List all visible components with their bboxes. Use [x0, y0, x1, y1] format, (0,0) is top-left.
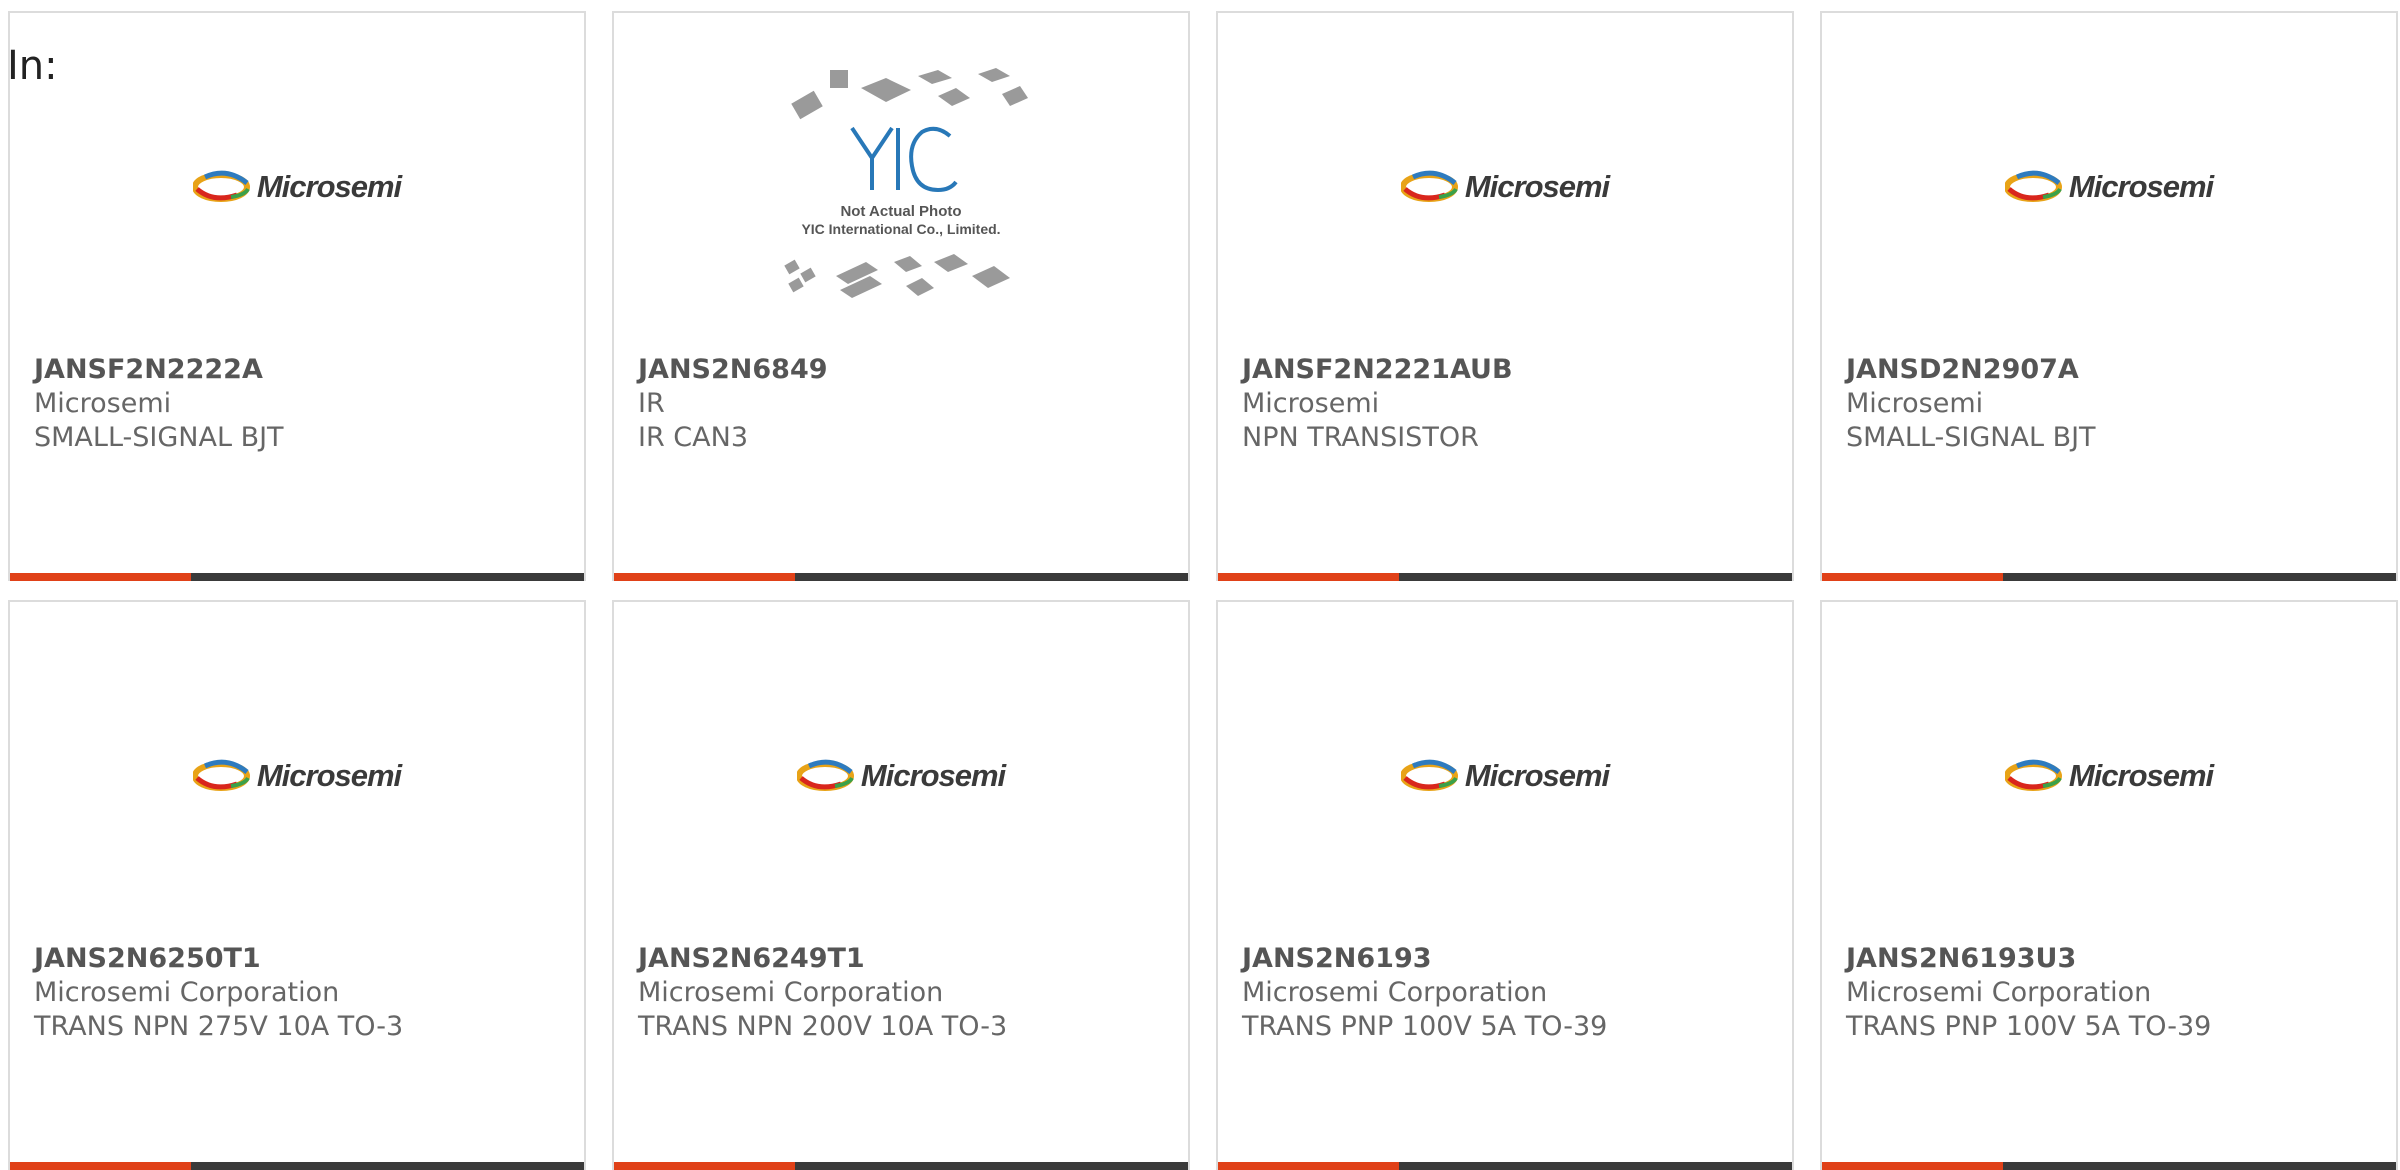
product-info: JANS2N6249T1 Microsemi Corporation TRANS… [638, 942, 1172, 1044]
accent-bar [10, 573, 191, 581]
placeholder-line1: Not Actual Photo [840, 203, 961, 220]
logo-text: Microsemi [2068, 757, 2214, 793]
product-card[interactable]: Microsemi JANS2N6249T1 Microsemi Corpora… [612, 600, 1190, 1170]
description: TRANS PNP 100V 5A TO-39 [1846, 1011, 2212, 1042]
logo-text: Microsemi [2068, 168, 2214, 204]
logo-text: Microsemi [256, 168, 402, 204]
microsemi-swirl-icon [192, 759, 250, 791]
card-footer-bar [1822, 573, 2396, 581]
card-footer-bar [10, 1162, 584, 1170]
description: TRANS PNP 100V 5A TO-39 [1242, 1011, 1608, 1042]
microsemi-swirl-icon [1400, 759, 1458, 791]
manufacturer: Microsemi [1846, 388, 1984, 419]
product-card[interactable]: Microsemi JANS2N6193U3 Microsemi Corpora… [1820, 600, 2398, 1170]
manufacturer: Microsemi Corporation [1846, 977, 2152, 1008]
product-info: JANSF2N2222A Microsemi SMALL-SIGNAL BJT [34, 353, 568, 455]
product-image[interactable]: Microsemi [1218, 13, 1792, 358]
microsemi-logo: Microsemi [192, 168, 402, 205]
product-image[interactable]: Microsemi [1218, 602, 1792, 947]
page-label: In: [7, 43, 58, 89]
manufacturer: Microsemi Corporation [34, 977, 340, 1008]
microsemi-logo: Microsemi [2004, 757, 2214, 794]
product-card[interactable]: Microsemi JANSF2N2221AUB Microsemi NPN T… [1216, 11, 1794, 581]
microsemi-logo: Microsemi [1400, 168, 1610, 205]
card-footer-bar [1218, 1162, 1792, 1170]
logo-text: Microsemi [860, 757, 1006, 793]
part-number[interactable]: JANS2N6849 [638, 353, 1172, 387]
card-footer-bar [614, 573, 1188, 581]
card-footer-bar [10, 573, 584, 581]
placeholder-line2: YIC International Co., Limited. [801, 221, 1000, 237]
product-info: JANS2N6849 IR IR CAN3 [638, 353, 1172, 455]
manufacturer: Microsemi [1242, 388, 1380, 419]
description: NPN TRANSISTOR [1242, 422, 1479, 453]
description: SMALL-SIGNAL BJT [34, 422, 284, 453]
product-info: JANSD2N2907A Microsemi SMALL-SIGNAL BJT [1846, 353, 2380, 455]
product-info: JANS2N6193U3 Microsemi Corporation TRANS… [1846, 942, 2380, 1044]
accent-bar [1822, 1162, 2003, 1170]
description: SMALL-SIGNAL BJT [1846, 422, 2096, 453]
product-image[interactable]: Microsemi [1822, 602, 2396, 947]
microsemi-swirl-icon [2004, 759, 2062, 791]
microsemi-swirl-icon [192, 170, 250, 202]
accent-bar [614, 573, 795, 581]
product-image[interactable]: Not Actual Photo YIC International Co., … [614, 13, 1188, 358]
product-card[interactable]: Microsemi JANS2N6193 Microsemi Corporati… [1216, 600, 1794, 1170]
description: IR CAN3 [638, 422, 749, 453]
microsemi-logo: Microsemi [192, 757, 402, 794]
product-image[interactable]: Microsemi [614, 602, 1188, 947]
manufacturer: Microsemi Corporation [638, 977, 944, 1008]
manufacturer: Microsemi [34, 388, 172, 419]
accent-bar [614, 1162, 795, 1170]
product-info: JANS2N6193 Microsemi Corporation TRANS P… [1242, 942, 1776, 1044]
product-card[interactable]: Microsemi JANS2N6250T1 Microsemi Corpora… [8, 600, 586, 1170]
accent-bar [1218, 1162, 1399, 1170]
product-grid: Microsemi JANSF2N2222A Microsemi SMALL-S… [8, 11, 2400, 1170]
part-number[interactable]: JANS2N6193 [1242, 942, 1776, 976]
description: TRANS NPN 275V 10A TO-3 [34, 1011, 404, 1042]
card-footer-bar [614, 1162, 1188, 1170]
product-card[interactable]: Not Actual Photo YIC International Co., … [612, 11, 1190, 581]
part-number[interactable]: JANSF2N2221AUB [1242, 353, 1776, 387]
part-number[interactable]: JANSF2N2222A [34, 353, 568, 387]
product-image[interactable]: Microsemi [1822, 13, 2396, 358]
product-info: JANSF2N2221AUB Microsemi NPN TRANSISTOR [1242, 353, 1776, 455]
product-card[interactable]: Microsemi JANSD2N2907A Microsemi SMALL-S… [1820, 11, 2398, 581]
placeholder-photo-icon: Not Actual Photo YIC International Co., … [784, 67, 1028, 298]
manufacturer: Microsemi Corporation [1242, 977, 1548, 1008]
card-footer-bar [1822, 1162, 2396, 1170]
microsemi-swirl-icon [1400, 170, 1458, 202]
card-footer-bar [1218, 573, 1792, 581]
part-number[interactable]: JANS2N6249T1 [638, 942, 1172, 976]
part-number[interactable]: JANS2N6193U3 [1846, 942, 2380, 976]
logo-text: Microsemi [256, 757, 402, 793]
description: TRANS NPN 200V 10A TO-3 [638, 1011, 1008, 1042]
product-card[interactable]: Microsemi JANSF2N2222A Microsemi SMALL-S… [8, 11, 586, 581]
product-image[interactable]: Microsemi [10, 602, 584, 947]
accent-bar [10, 1162, 191, 1170]
microsemi-swirl-icon [796, 759, 854, 791]
microsemi-logo: Microsemi [796, 757, 1006, 794]
logo-text: Microsemi [1464, 168, 1610, 204]
product-image[interactable]: Microsemi [10, 13, 584, 358]
microsemi-logo: Microsemi [2004, 168, 2214, 205]
accent-bar [1218, 573, 1399, 581]
logo-text: Microsemi [1464, 757, 1610, 793]
microsemi-logo: Microsemi [1400, 757, 1610, 794]
microsemi-swirl-icon [2004, 170, 2062, 202]
product-info: JANS2N6250T1 Microsemi Corporation TRANS… [34, 942, 568, 1044]
manufacturer: IR [638, 388, 665, 419]
part-number[interactable]: JANS2N6250T1 [34, 942, 568, 976]
accent-bar [1822, 573, 2003, 581]
part-number[interactable]: JANSD2N2907A [1846, 353, 2380, 387]
